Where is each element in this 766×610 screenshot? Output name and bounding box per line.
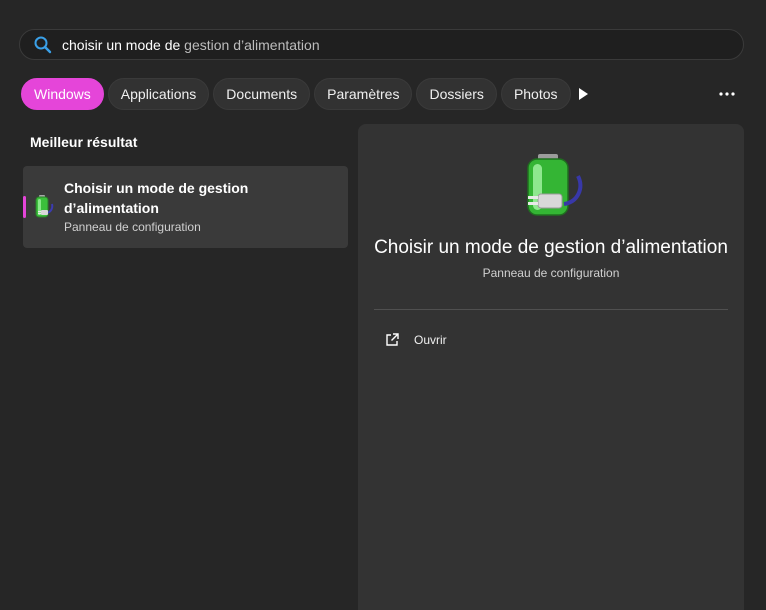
- power-battery-large-icon: [512, 152, 588, 222]
- open-label: Ouvrir: [414, 333, 447, 347]
- tab-documents[interactable]: Documents: [213, 78, 311, 110]
- search-icon: [33, 35, 53, 55]
- search-bar[interactable]: choisir un mode de gestion d’alimentatio…: [19, 29, 744, 60]
- divider: [374, 309, 728, 310]
- tab-parametres[interactable]: Paramètres: [314, 78, 413, 110]
- best-result-heading: Meilleur résultat: [30, 134, 138, 150]
- more-tabs-play-icon[interactable]: [572, 84, 594, 104]
- filter-tabs: Windows Applications Documents Paramètre…: [21, 78, 571, 110]
- search-query-suggestion: gestion d’alimentation: [180, 36, 320, 53]
- tab-applications[interactable]: Applications: [107, 78, 210, 110]
- detail-title: Choisir un mode de gestion d’alimentatio…: [374, 237, 728, 258]
- search-input[interactable]: choisir un mode de gestion d’alimentatio…: [62, 37, 320, 53]
- selection-indicator: [23, 196, 26, 218]
- best-result-item[interactable]: Choisir un mode de gestion d’alimentatio…: [23, 166, 348, 248]
- more-options-icon[interactable]: [712, 84, 742, 104]
- detail-pane: Choisir un mode de gestion d’alimentatio…: [358, 124, 744, 610]
- tab-photos[interactable]: Photos: [500, 78, 571, 110]
- best-result-title: Choisir un mode de gestion d’alimentatio…: [64, 180, 249, 216]
- open-external-icon: [384, 332, 400, 348]
- power-battery-icon: [33, 194, 55, 220]
- best-result-subtitle: Panneau de configuration: [64, 220, 201, 234]
- search-query-typed: choisir un mode de: [62, 36, 181, 53]
- tab-dossiers[interactable]: Dossiers: [416, 78, 497, 110]
- detail-subtitle: Panneau de configuration: [482, 266, 620, 280]
- tab-windows[interactable]: Windows: [21, 78, 104, 110]
- open-action[interactable]: Ouvrir: [384, 330, 447, 350]
